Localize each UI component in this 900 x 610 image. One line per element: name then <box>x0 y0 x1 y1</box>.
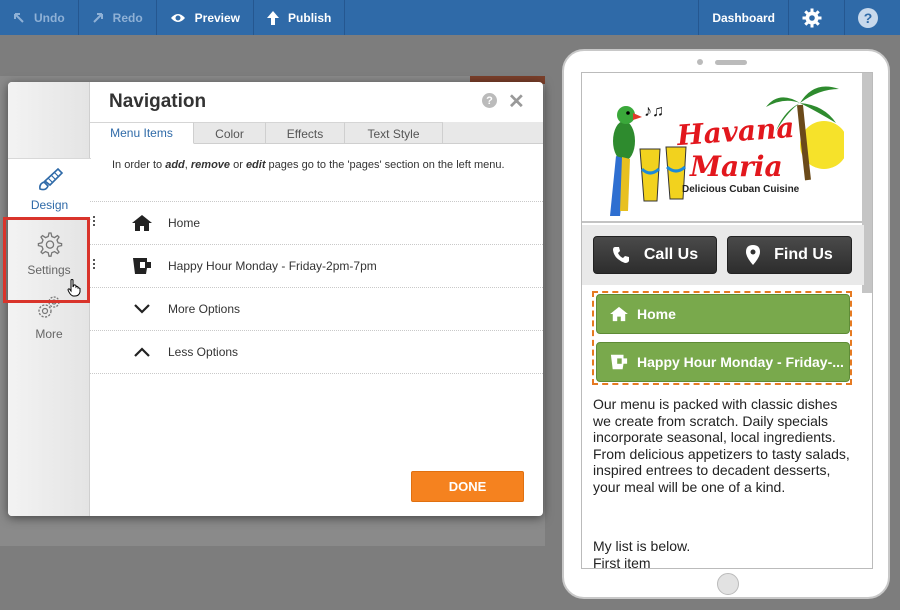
preview-label: Preview <box>194 10 241 25</box>
drag-handle-icon[interactable] <box>93 259 97 271</box>
hand-cursor-icon <box>67 279 81 297</box>
publish-label: Publish <box>288 10 332 25</box>
phone-icon <box>612 247 629 263</box>
home-icon <box>610 306 628 322</box>
dashboard-label: Dashboard <box>712 10 775 25</box>
hint-prefix: In order to <box>112 159 166 171</box>
help-button[interactable]: ? <box>844 0 900 35</box>
settings-gear-button[interactable] <box>788 0 844 35</box>
publish-button[interactable]: Publish <box>254 0 346 35</box>
phone-screen[interactable]: ♪♫ Havana Maria Delicious Cuban Cuisine … <box>581 72 873 569</box>
phone-camera <box>697 59 703 65</box>
drag-handle-icon[interactable] <box>93 216 97 228</box>
upload-arrow-icon <box>267 10 280 25</box>
phone-nav-menu: Home Happy Hour Monday - Friday-... <box>592 291 852 385</box>
drink-icon <box>133 258 151 274</box>
done-button[interactable]: DONE <box>411 471 524 502</box>
menu-row-home-label: Home <box>168 216 201 230</box>
modal-tabs: Menu Items Color Effects Text Style <box>90 122 543 144</box>
modal-title: Navigation <box>109 91 207 112</box>
phone-nav-happy-hour[interactable]: Happy Hour Monday - Friday-... <box>596 342 850 382</box>
drink-icon <box>610 354 628 370</box>
phone-nav-home[interactable]: Home <box>596 294 850 334</box>
hint-edit: edit <box>245 159 266 171</box>
logo-tagline: Delicious Cuban Cuisine <box>682 184 800 195</box>
tab-color[interactable]: Color <box>194 122 266 144</box>
phone-home-button <box>717 573 739 595</box>
site-logo: ♪♫ Havana Maria Delicious Cuban Cuisine <box>582 73 864 223</box>
dashboard-button[interactable]: Dashboard <box>698 0 788 35</box>
close-icon[interactable]: ✕ <box>508 89 525 114</box>
list-item: First item <box>593 554 651 569</box>
menu-row-more-options[interactable]: More Options <box>90 288 543 331</box>
menu-row-less-options-label: Less Options <box>168 345 239 359</box>
phone-nav-home-label: Home <box>637 306 676 322</box>
list-intro: My list is below. <box>593 538 691 554</box>
call-us-label: Call Us <box>643 246 699 263</box>
list-section: My list is below. First item <box>593 538 858 569</box>
sidebar-item-design-label: Design <box>30 197 69 212</box>
logo-text-maria: Maria <box>690 150 783 183</box>
menu-row-happy-hour[interactable]: Happy Hour Monday - Friday-2pm-7pm <box>90 245 543 288</box>
call-us-button[interactable]: Call Us <box>593 236 717 274</box>
preview-button[interactable]: Preview <box>157 0 255 35</box>
chevron-down-icon <box>134 304 150 314</box>
find-us-label: Find Us <box>774 246 833 263</box>
redo-icon <box>92 12 103 23</box>
help-icon: ? <box>858 7 878 28</box>
map-pin-icon <box>746 245 761 265</box>
music-notes-icon: ♪♫ <box>644 103 664 120</box>
sidebar-item-more-label: More <box>35 326 63 341</box>
chevron-up-icon <box>134 347 150 357</box>
gear-icon <box>802 8 822 27</box>
eye-icon <box>170 13 185 22</box>
phone-speaker <box>715 60 747 65</box>
menu-row-happy-hour-label: Happy Hour Monday - Friday-2pm-7pm <box>168 259 377 273</box>
body-paragraph: Our menu is packed with classic dishes w… <box>593 396 850 495</box>
tab-text-style[interactable]: Text Style <box>345 122 443 144</box>
tab-menu-items[interactable]: Menu Items <box>90 122 194 144</box>
menu-row-home[interactable]: Home <box>90 202 543 245</box>
hint-remove: remove <box>190 159 231 171</box>
hint-add: add <box>165 159 185 171</box>
conga-drums-icon <box>639 146 687 202</box>
phone-nav-happy-hour-label: Happy Hour Monday - Friday-... <box>637 354 844 370</box>
paint-brush-icon <box>38 167 63 190</box>
phone-preview: ♪♫ Havana Maria Delicious Cuban Cuisine … <box>562 49 890 599</box>
undo-icon <box>14 12 24 23</box>
find-us-button[interactable]: Find Us <box>727 236 852 274</box>
top-toolbar: Undo Redo Preview Publish Dashboard ? <box>0 0 900 35</box>
menu-hint-text: In order to add, remove or edit pages go… <box>112 158 532 173</box>
redo-button[interactable]: Redo <box>79 0 157 35</box>
hint-sep2: or <box>230 159 246 171</box>
home-icon <box>132 215 152 231</box>
tab-effects[interactable]: Effects <box>266 122 345 144</box>
action-buttons-bar: Call Us Find Us <box>582 225 864 285</box>
help-icon[interactable]: ? <box>482 93 497 108</box>
hint-suffix: pages go to the 'pages' section on the l… <box>265 159 505 171</box>
redo-label: Redo <box>112 10 143 25</box>
menu-row-less-options[interactable]: Less Options <box>90 331 543 374</box>
sidebar-item-design[interactable]: Design <box>8 158 91 220</box>
modal-content: Navigation ? ✕ Menu Items Color Effects … <box>90 82 543 516</box>
menu-row-more-options-label: More Options <box>168 302 241 316</box>
undo-button[interactable]: Undo <box>0 0 79 35</box>
undo-label: Undo <box>34 10 65 25</box>
